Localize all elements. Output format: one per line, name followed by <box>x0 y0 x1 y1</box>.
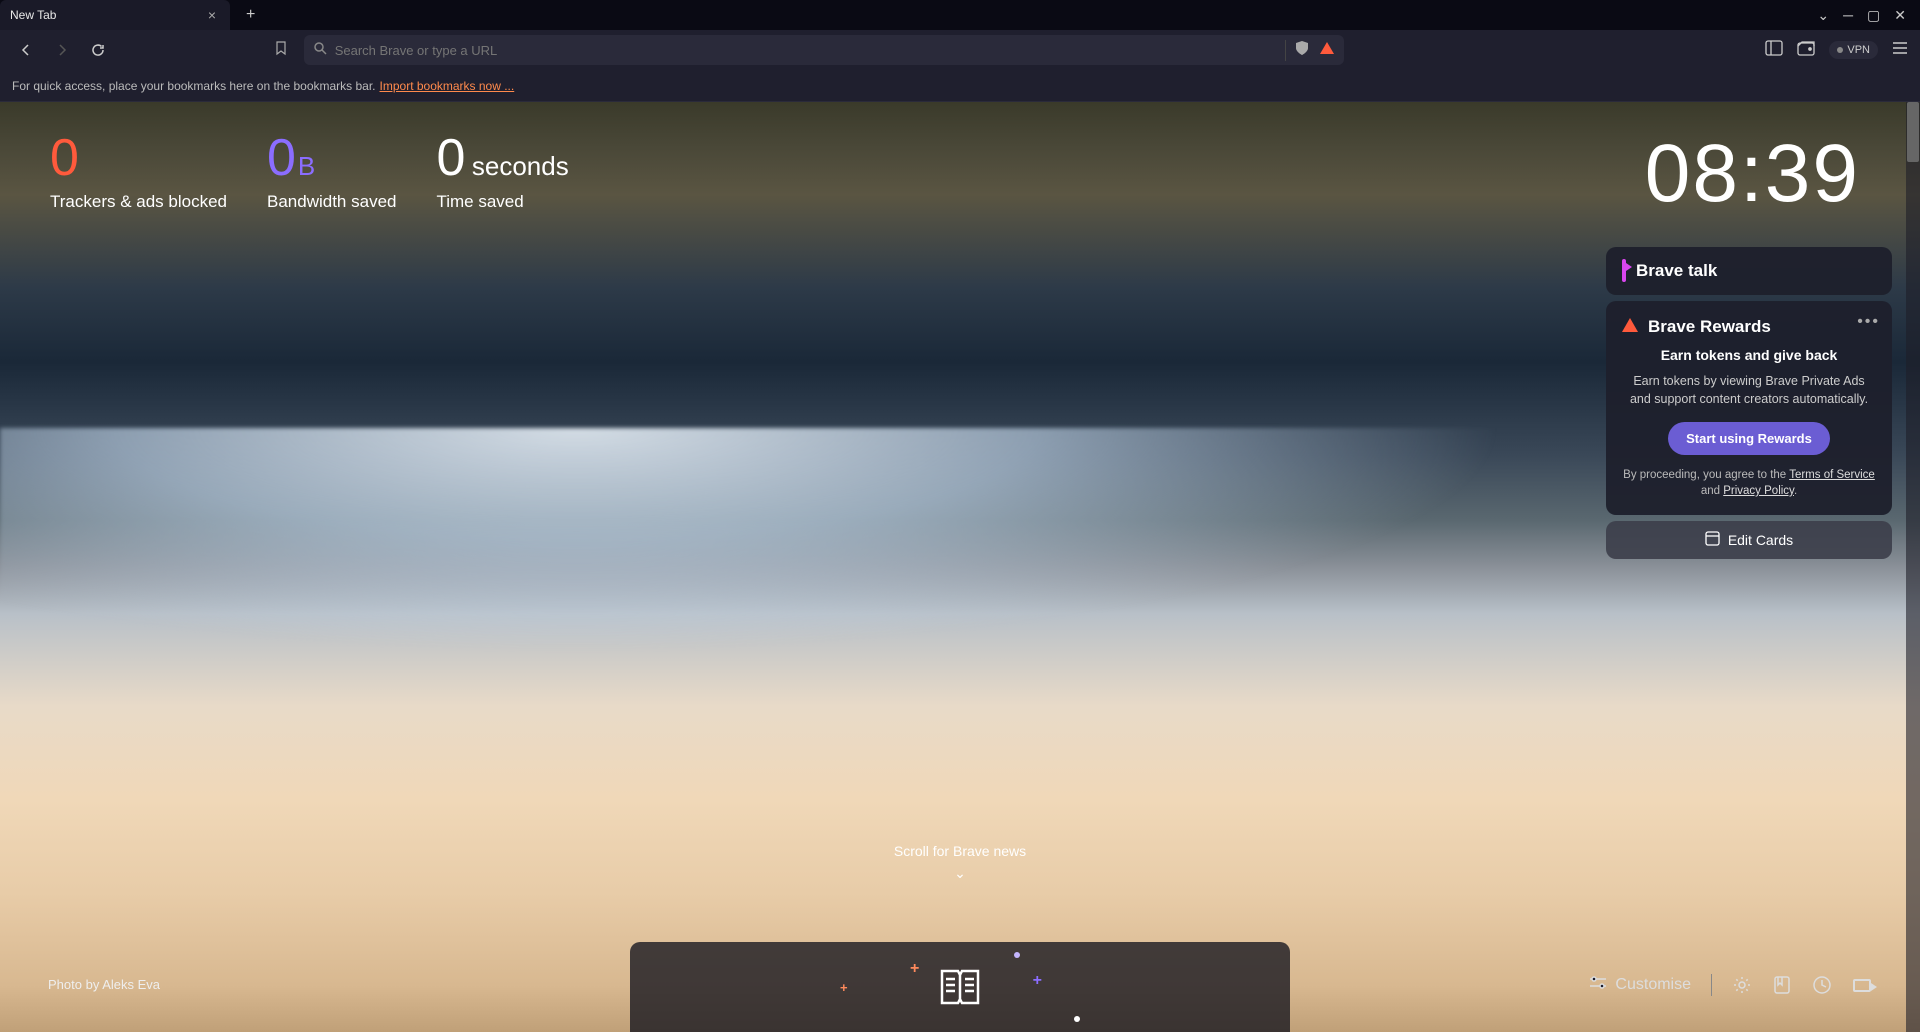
tab-bar-left: New Tab × + <box>0 0 263 30</box>
legal-period: . <box>1794 485 1797 497</box>
customise-label: Customise <box>1615 976 1691 994</box>
edit-cards-label: Edit Cards <box>1728 532 1793 548</box>
sparkle-plus-icon: + <box>840 980 848 995</box>
vpn-label: VPN <box>1847 44 1870 56</box>
cards-panel: Brave talk ••• Brave Rewards Earn tokens… <box>1606 247 1892 559</box>
new-tab-button[interactable]: + <box>238 2 263 28</box>
toolbar-right: VPN <box>1505 40 1908 61</box>
brave-rewards-icon[interactable] <box>1320 41 1334 59</box>
wallet-icon[interactable] <box>1797 40 1815 61</box>
brave-rewards-subtitle: Earn tokens and give back <box>1622 347 1876 363</box>
stat-bandwidth-value: 0 <box>267 129 296 187</box>
sliders-icon <box>1589 976 1607 995</box>
search-icon <box>314 42 327 58</box>
bookmarks-hint-text: For quick access, place your bookmarks h… <box>12 79 376 93</box>
legal-and: and <box>1701 485 1723 497</box>
gear-icon[interactable] <box>1732 975 1752 995</box>
sparkle-dot-icon <box>1074 1016 1080 1022</box>
close-window-icon[interactable]: ✕ <box>1894 7 1906 24</box>
toolbar: VPN <box>0 30 1920 70</box>
terms-of-service-link[interactable]: Terms of Service <box>1789 469 1875 481</box>
divider <box>1711 974 1712 996</box>
scrollbar-thumb[interactable] <box>1907 102 1919 162</box>
back-button[interactable] <box>12 36 40 64</box>
address-bar-right <box>1285 40 1334 61</box>
address-bar-wrap <box>120 35 1497 65</box>
brave-talk-title: Brave talk <box>1636 261 1717 281</box>
bookmark-page-icon[interactable] <box>1772 975 1792 995</box>
scroll-hint-text: Scroll for Brave news <box>894 843 1026 859</box>
news-dock[interactable]: + + + <box>630 942 1290 1032</box>
stat-time: 0 seconds Time saved <box>436 132 568 212</box>
stat-bandwidth-unit: B <box>298 151 315 181</box>
stat-time-label: Time saved <box>436 192 568 212</box>
tab-bar: New Tab × + ⌄ ─ ▢ ✕ <box>0 0 1920 30</box>
video-icon <box>1622 261 1626 281</box>
history-icon[interactable] <box>1812 975 1832 995</box>
legal-prefix: By proceeding, you agree to the <box>1623 469 1789 481</box>
brave-talk-header: Brave talk <box>1622 261 1876 281</box>
bookmarks-bar: For quick access, place your bookmarks h… <box>0 70 1920 102</box>
active-tab[interactable]: New Tab × <box>0 0 230 30</box>
chevron-down-icon: ⌄ <box>894 865 1026 882</box>
shield-icon[interactable] <box>1294 40 1310 61</box>
vpn-status-dot <box>1837 47 1843 53</box>
address-bar[interactable] <box>304 35 1344 65</box>
import-bookmarks-link[interactable]: Import bookmarks now ... <box>380 79 515 93</box>
sparkle-dot-icon <box>1014 952 1020 958</box>
cards-icon <box>1705 531 1720 549</box>
brave-rewards-title: Brave Rewards <box>1648 317 1771 337</box>
new-tab-content: 0 Trackers & ads blocked 0B Bandwidth sa… <box>0 102 1920 1032</box>
stat-bandwidth-label: Bandwidth saved <box>267 192 396 212</box>
chevron-down-icon[interactable]: ⌄ <box>1817 7 1829 24</box>
stat-time-value: 0 <box>436 129 465 187</box>
brave-rewards-header: Brave Rewards <box>1622 317 1876 337</box>
stat-trackers-value: 0 <box>50 132 227 184</box>
stat-trackers-label: Trackers & ads blocked <box>50 192 227 212</box>
more-icon[interactable]: ••• <box>1857 313 1880 331</box>
edit-cards-button[interactable]: Edit Cards <box>1606 521 1892 559</box>
reload-button[interactable] <box>84 36 112 64</box>
menu-icon[interactable] <box>1892 41 1908 60</box>
sparkle-plus-icon: + <box>910 960 919 978</box>
clock: 08:39 <box>1645 127 1860 221</box>
news-icon <box>938 967 982 1007</box>
brave-rewards-card: ••• Brave Rewards Earn tokens and give b… <box>1606 301 1892 515</box>
maximize-icon[interactable]: ▢ <box>1867 7 1880 24</box>
brave-triangle-icon <box>1622 317 1638 337</box>
window-controls: ⌄ ─ ▢ ✕ <box>1817 7 1920 24</box>
brave-rewards-description: Earn tokens by viewing Brave Private Ads… <box>1622 373 1876 408</box>
video-call-icon[interactable] <box>1852 975 1872 995</box>
sparkle-plus-icon: + <box>1033 972 1042 990</box>
photo-credit-author[interactable]: Aleks Eva <box>102 977 160 992</box>
sidebar-icon[interactable] <box>1765 40 1783 61</box>
bottom-right-controls: Customise <box>1589 974 1872 996</box>
photo-credit: Photo by Aleks Eva <box>48 977 160 992</box>
scroll-hint[interactable]: Scroll for Brave news ⌄ <box>894 843 1026 882</box>
vpn-button[interactable]: VPN <box>1829 41 1878 59</box>
forward-button[interactable] <box>48 36 76 64</box>
tab-title: New Tab <box>10 8 56 22</box>
close-tab-icon[interactable]: × <box>204 5 220 25</box>
search-input[interactable] <box>335 43 1277 58</box>
stats-row: 0 Trackers & ads blocked 0B Bandwidth sa… <box>50 132 569 212</box>
customise-button[interactable]: Customise <box>1589 976 1691 995</box>
scrollbar[interactable] <box>1906 102 1920 1032</box>
minimize-icon[interactable]: ─ <box>1843 7 1853 24</box>
privacy-policy-link[interactable]: Privacy Policy <box>1723 485 1794 497</box>
stat-trackers: 0 Trackers & ads blocked <box>50 132 227 212</box>
stat-time-unit: seconds <box>472 151 569 181</box>
stat-bandwidth: 0B Bandwidth saved <box>267 132 396 212</box>
start-rewards-button[interactable]: Start using Rewards <box>1668 422 1830 455</box>
bookmark-icon[interactable] <box>274 40 288 61</box>
brave-rewards-legal: By proceeding, you agree to the Terms of… <box>1622 467 1876 499</box>
brave-talk-card[interactable]: Brave talk <box>1606 247 1892 295</box>
photo-credit-prefix: Photo by <box>48 977 102 992</box>
